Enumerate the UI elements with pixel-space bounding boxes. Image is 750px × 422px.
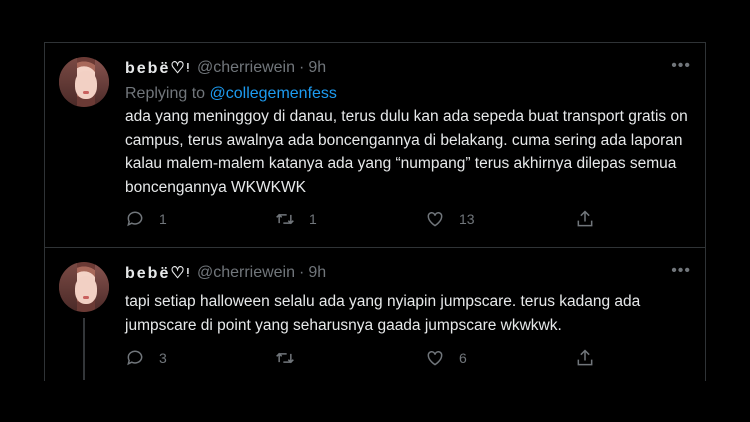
reply-button[interactable]: 3 xyxy=(125,348,167,368)
tweet[interactable]: bebë♡ᵎ @cherriewein · 9h ••• tapi setiap… xyxy=(45,248,705,381)
share-button[interactable] xyxy=(575,209,595,229)
tweet[interactable]: bebë♡ᵎ @cherriewein · 9h ••• Replying to… xyxy=(45,43,705,248)
thread-connector-line xyxy=(83,318,85,380)
share-icon xyxy=(577,349,593,366)
tweet-actions: 3 6 xyxy=(125,348,625,370)
separator-dot: · xyxy=(299,264,305,281)
reply-icon xyxy=(127,211,143,227)
tweet-header: bebë♡ᵎ @cherriewein · 9h xyxy=(125,57,691,79)
display-name[interactable]: bebë♡ᵎ xyxy=(125,263,191,283)
retweet-button[interactable] xyxy=(275,348,309,368)
avatar[interactable] xyxy=(59,262,109,312)
tweet-text: tapi setiap halloween selalu ada yang ny… xyxy=(125,293,641,334)
retweet-icon xyxy=(276,352,294,364)
reply-icon xyxy=(127,350,143,366)
retweet-button[interactable]: 1 xyxy=(275,209,317,229)
replying-label: Replying to xyxy=(125,85,206,102)
share-icon xyxy=(577,210,593,227)
avatar[interactable] xyxy=(59,57,109,107)
heart-icon xyxy=(427,350,443,366)
heart-icon xyxy=(427,211,443,227)
display-name[interactable]: bebë♡ᵎ xyxy=(125,58,191,78)
tweet-header: bebë♡ᵎ @cherriewein · 9h xyxy=(125,262,691,284)
replying-to-link[interactable]: @collegemenfess xyxy=(210,85,337,102)
tweet-text: ada yang meninggoy di danau, terus dulu … xyxy=(125,108,688,196)
reply-count: 1 xyxy=(159,211,167,227)
like-count: 6 xyxy=(459,350,467,366)
retweet-count: 1 xyxy=(309,211,317,227)
timestamp[interactable]: 9h xyxy=(308,264,326,282)
reply-button[interactable]: 1 xyxy=(125,209,167,229)
user-handle[interactable]: @cherriewein xyxy=(197,264,295,282)
like-button[interactable]: 6 xyxy=(425,348,467,368)
retweet-icon xyxy=(276,213,294,225)
reply-count: 3 xyxy=(159,350,167,366)
like-count: 13 xyxy=(459,211,475,227)
tweet-actions: 1 1 13 xyxy=(125,209,625,231)
share-button[interactable] xyxy=(575,348,595,368)
replying-to: Replying to @collegemenfess xyxy=(125,85,691,103)
separator-dot: · xyxy=(299,59,305,76)
tweet-thread: bebë♡ᵎ @cherriewein · 9h ••• Replying to… xyxy=(44,42,706,381)
user-handle[interactable]: @cherriewein xyxy=(197,59,295,77)
timestamp[interactable]: 9h xyxy=(308,59,326,77)
more-icon[interactable]: ••• xyxy=(671,57,691,75)
like-button[interactable]: 13 xyxy=(425,209,475,229)
more-icon[interactable]: ••• xyxy=(671,262,691,280)
